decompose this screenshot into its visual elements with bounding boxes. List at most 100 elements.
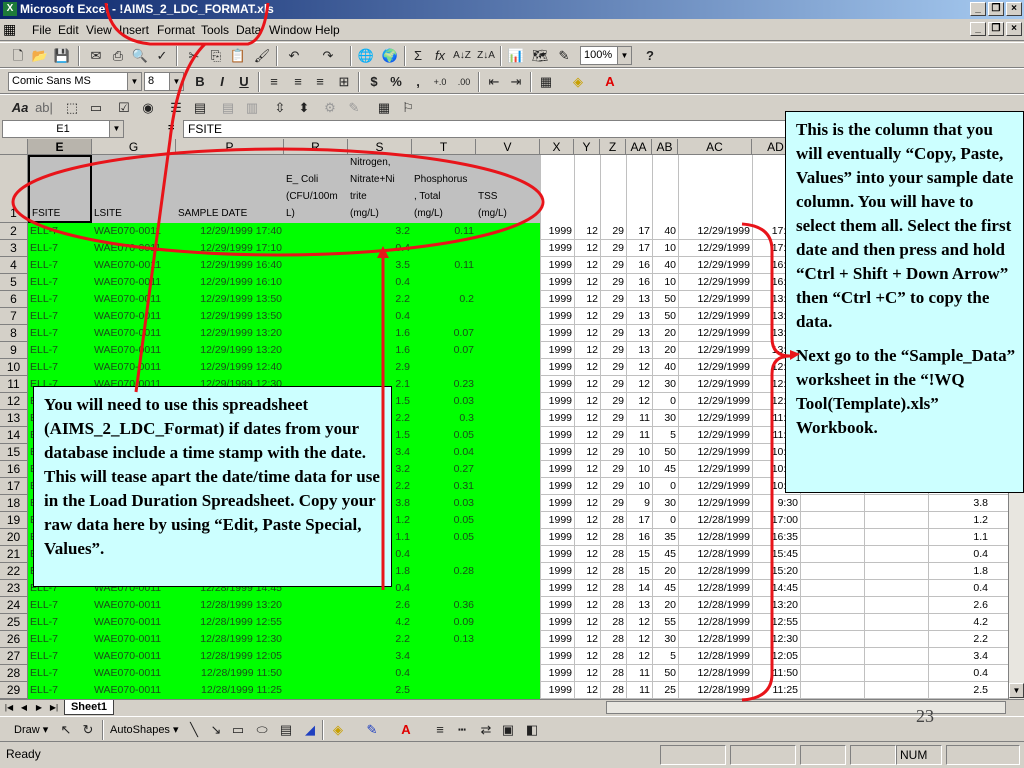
cell-hour[interactable]: 12 bbox=[628, 614, 650, 631]
save-icon[interactable]: 💾 bbox=[52, 46, 72, 66]
cell-fsite[interactable]: ELL-7 bbox=[30, 274, 90, 291]
combo-list-edit-icon[interactable]: ▤ bbox=[218, 98, 238, 118]
cell-day[interactable]: 29 bbox=[602, 393, 624, 410]
cell-day[interactable]: 29 bbox=[602, 495, 624, 512]
cell-phosphorus[interactable]: 0.28 bbox=[414, 563, 474, 580]
row-header[interactable]: 26 bbox=[0, 631, 28, 648]
cell-year[interactable]: 1999 bbox=[542, 563, 572, 580]
cell-phosphorus[interactable] bbox=[414, 274, 474, 291]
oval-icon[interactable]: ⬭ bbox=[252, 720, 272, 740]
cell-time[interactable]: 11:25 bbox=[754, 682, 799, 699]
cell-day[interactable]: 28 bbox=[602, 529, 624, 546]
horizontal-scrollbar[interactable] bbox=[606, 701, 1006, 714]
menu-format[interactable]: Format bbox=[157, 23, 195, 37]
cell-day[interactable]: 28 bbox=[602, 563, 624, 580]
cell-time[interactable]: 15:45 bbox=[754, 546, 798, 563]
hyperlink-icon[interactable]: 🌐 bbox=[356, 46, 376, 66]
cell-hour[interactable]: 13 bbox=[628, 291, 650, 308]
button-icon[interactable]: ▭ bbox=[86, 98, 106, 118]
chart-wizard-icon[interactable]: 📊 bbox=[506, 46, 526, 66]
cell-date[interactable]: 12/29/1999 bbox=[680, 257, 750, 274]
cell-month[interactable]: 12 bbox=[576, 631, 598, 648]
cell-minute[interactable]: 5 bbox=[654, 427, 676, 444]
row-header[interactable]: 25 bbox=[0, 614, 28, 631]
cell-nitrogen[interactable]: 0.4 bbox=[350, 665, 410, 682]
cell-minute[interactable]: 30 bbox=[654, 410, 676, 427]
cell-nitrogen[interactable]: 0.4 bbox=[350, 240, 410, 257]
cell-year[interactable]: 1999 bbox=[542, 223, 572, 240]
cell-date[interactable]: 12/29/1999 bbox=[680, 308, 750, 325]
cell-minute[interactable]: 40 bbox=[654, 257, 676, 274]
row-header[interactable]: 19 bbox=[0, 512, 28, 529]
cell-minute[interactable]: 20 bbox=[654, 325, 676, 342]
percent-icon[interactable]: % bbox=[386, 72, 406, 92]
cell-date[interactable]: 12/29/1999 bbox=[680, 427, 750, 444]
cell-date[interactable]: 12/29/1999 bbox=[680, 461, 750, 478]
cell-month[interactable]: 12 bbox=[576, 359, 598, 376]
map-icon[interactable]: 🗺 bbox=[530, 46, 550, 66]
cell-date[interactable]: 12/28/1999 bbox=[680, 648, 750, 665]
cell-fsite[interactable]: ELL-7 bbox=[30, 240, 90, 257]
cell-hour[interactable]: 16 bbox=[628, 529, 650, 546]
cell-month[interactable]: 12 bbox=[576, 597, 598, 614]
cell-year[interactable]: 1999 bbox=[542, 308, 572, 325]
cell-phosphorus[interactable]: 0.03 bbox=[414, 495, 474, 512]
cell-date[interactable]: 12/29/1999 bbox=[680, 376, 750, 393]
row-header[interactable]: 21 bbox=[0, 546, 28, 563]
cell-month[interactable]: 12 bbox=[576, 240, 598, 257]
cell-day[interactable]: 28 bbox=[602, 512, 624, 529]
menu-insert[interactable]: Insert bbox=[119, 23, 149, 37]
web-toolbar-icon[interactable]: 🌍 bbox=[380, 46, 400, 66]
cell-lsite[interactable]: WAE070-0011 bbox=[94, 682, 174, 699]
cell-year[interactable]: 1999 bbox=[542, 427, 572, 444]
row-header[interactable]: 27 bbox=[0, 648, 28, 665]
shadow-icon[interactable]: ▣ bbox=[498, 720, 518, 740]
cell-fsite[interactable]: ELL-7 bbox=[30, 631, 90, 648]
cell-sample-date[interactable]: 12/29/1999 13:20 bbox=[178, 325, 282, 342]
cell-sample-date[interactable]: 12/29/1999 13:20 bbox=[178, 342, 282, 359]
cell-month[interactable]: 12 bbox=[576, 274, 598, 291]
cell-month[interactable]: 12 bbox=[576, 648, 598, 665]
col-header-Z[interactable]: Z bbox=[600, 139, 626, 155]
cell-phosphorus[interactable]: 0.23 bbox=[414, 376, 474, 393]
cell-year[interactable]: 1999 bbox=[542, 393, 572, 410]
cell-day[interactable]: 29 bbox=[602, 410, 624, 427]
cell-phosphorus[interactable] bbox=[414, 648, 474, 665]
cell-lsite[interactable]: WAE070-0011 bbox=[94, 257, 174, 274]
cell-year[interactable]: 1999 bbox=[542, 359, 572, 376]
cell-minute[interactable]: 25 bbox=[654, 682, 676, 699]
cell-fsite[interactable]: ELL-7 bbox=[30, 665, 90, 682]
cell-phosphorus[interactable]: 0.11 bbox=[414, 223, 474, 240]
cell-hour[interactable]: 17 bbox=[628, 240, 650, 257]
cell-nitrogen[interactable]: 4.2 bbox=[350, 614, 410, 631]
cell-day[interactable]: 29 bbox=[602, 325, 624, 342]
prev-sheet-icon[interactable]: ◀ bbox=[17, 701, 31, 714]
cell-month[interactable]: 12 bbox=[576, 682, 598, 699]
cell-day[interactable]: 29 bbox=[602, 240, 624, 257]
italic-icon[interactable]: I bbox=[212, 72, 232, 92]
cell-value[interactable]: 0.4 bbox=[930, 665, 988, 682]
cell-month[interactable]: 12 bbox=[576, 342, 598, 359]
cut-icon[interactable]: ✂ bbox=[184, 46, 204, 66]
cell-sample-date[interactable]: 12/28/1999 12:30 bbox=[178, 631, 282, 648]
cell-day[interactable]: 28 bbox=[602, 580, 624, 597]
decrease-indent-icon[interactable]: ⇤ bbox=[484, 72, 504, 92]
cell-date[interactable]: 12/28/1999 bbox=[680, 631, 750, 648]
row-header[interactable]: 10 bbox=[0, 359, 28, 376]
cell-minute[interactable]: 40 bbox=[654, 223, 676, 240]
cell-phosphorus[interactable]: 0.05 bbox=[414, 427, 474, 444]
row-header[interactable]: 23 bbox=[0, 580, 28, 597]
close-button[interactable]: × bbox=[1006, 2, 1022, 16]
cell-nitrogen[interactable]: 3.4 bbox=[350, 648, 410, 665]
cell-date[interactable]: 12/29/1999 bbox=[680, 359, 750, 376]
cell-fsite[interactable]: ELL-7 bbox=[30, 359, 90, 376]
cell-minute[interactable]: 30 bbox=[654, 376, 676, 393]
row-header[interactable]: 20 bbox=[0, 529, 28, 546]
cell-minute[interactable]: 0 bbox=[654, 478, 676, 495]
cell-value[interactable]: 3.8 bbox=[930, 495, 988, 512]
cell-month[interactable]: 12 bbox=[576, 512, 598, 529]
cell-fsite[interactable]: ELL-7 bbox=[30, 308, 90, 325]
cell-minute[interactable]: 30 bbox=[654, 631, 676, 648]
doc-restore-button[interactable]: ❐ bbox=[988, 22, 1004, 36]
menu-edit[interactable]: Edit bbox=[58, 23, 79, 37]
